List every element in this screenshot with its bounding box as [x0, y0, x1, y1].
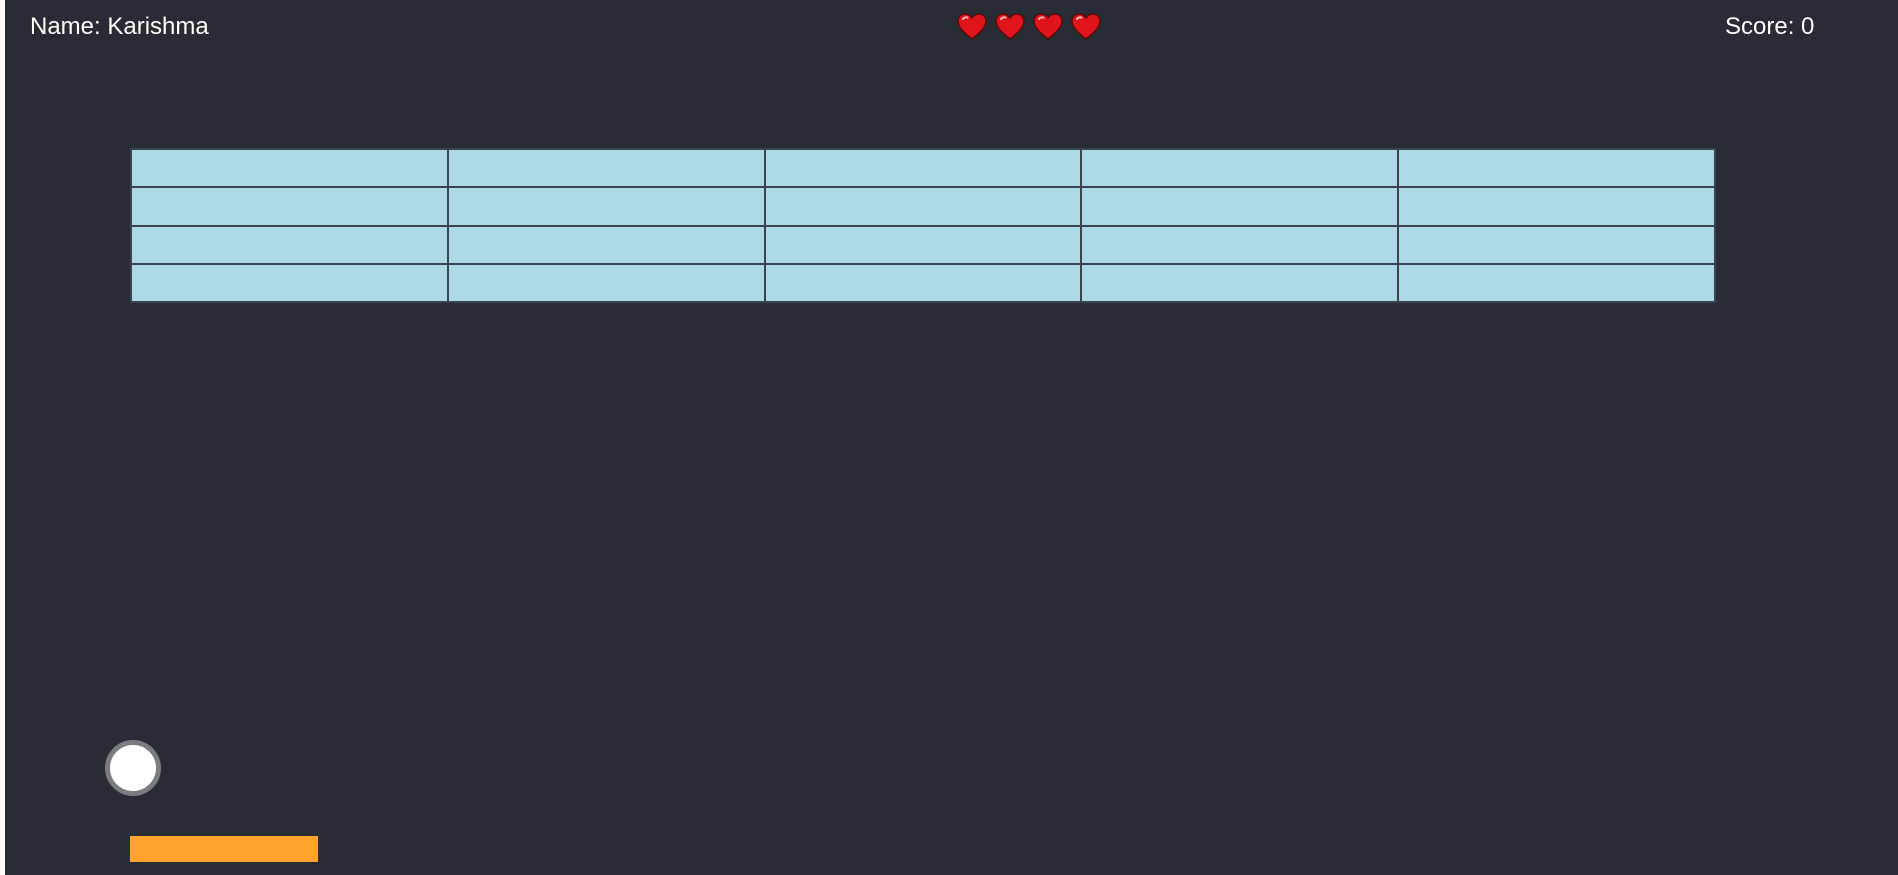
brick	[764, 187, 1082, 226]
brick-wall	[130, 148, 1716, 303]
brick	[1081, 225, 1399, 264]
brick	[1081, 187, 1399, 226]
brick	[131, 187, 448, 226]
brick	[1398, 263, 1715, 302]
brick	[131, 225, 448, 264]
heart-icon	[957, 13, 989, 41]
score-display: Score: 0	[1725, 13, 1815, 40]
heart-icon	[1033, 13, 1065, 41]
brick	[764, 263, 1082, 302]
paddle[interactable]	[130, 836, 318, 862]
brick	[1398, 149, 1715, 188]
brick	[764, 149, 1082, 188]
brick	[1081, 263, 1399, 302]
heart-icon	[995, 13, 1027, 41]
brick	[131, 149, 448, 188]
brick	[1081, 149, 1399, 188]
brick	[447, 149, 765, 188]
brick	[447, 187, 765, 226]
brick	[1398, 225, 1715, 264]
game-board: Name: Karishma Score: 0	[5, 0, 1898, 875]
player-name: Name: Karishma	[30, 13, 209, 40]
ball	[105, 740, 161, 796]
brick	[447, 263, 765, 302]
heart-icon	[1071, 13, 1103, 41]
lives-display	[957, 13, 1109, 43]
brick	[764, 225, 1082, 264]
brick	[447, 225, 765, 264]
brick	[131, 263, 448, 302]
brick	[1398, 187, 1715, 226]
